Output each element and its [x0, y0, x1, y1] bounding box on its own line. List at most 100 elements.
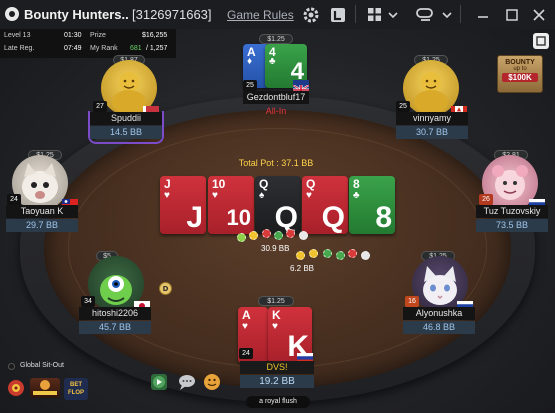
- dealer-button: D: [159, 282, 172, 295]
- player-name: Spuddii: [90, 112, 162, 125]
- board-card-3: Q ♠ Q: [255, 176, 301, 234]
- chip-icon: [361, 251, 370, 260]
- hero-player-name: DVS!: [240, 361, 314, 374]
- player-level-badge: 27: [93, 101, 107, 112]
- toolbar-divider: [355, 5, 356, 23]
- player-level-badge: 25: [243, 80, 257, 91]
- side-chips-amount: 6.2 BB: [290, 264, 315, 273]
- flag-russia-icon: [297, 348, 313, 363]
- title-bar: Bounty Hunters.. [3126971663] Game Rules: [0, 0, 555, 29]
- card-rank-large: 8: [375, 201, 392, 234]
- flag-uk-icon: [292, 80, 310, 96]
- flag-taiwan-icon: [62, 194, 78, 209]
- bounty-pill: $1.25: [259, 34, 293, 44]
- game-rules-link[interactable]: Game Rules: [227, 8, 294, 22]
- global-sitout-label: Global Sit-Out: [20, 362, 64, 369]
- bounty-badge-subtitle: up to: [513, 66, 527, 72]
- player-level-badge: 25: [396, 101, 410, 112]
- emoji-reaction-icon[interactable]: [203, 373, 221, 391]
- replay-video-icon[interactable]: [151, 374, 167, 390]
- flag-belarus-icon: [143, 101, 159, 116]
- hero-player-stack: 19.2 BB: [240, 375, 314, 388]
- promo-wheel-icon[interactable]: [6, 378, 26, 398]
- player-stack: 73.5 BB: [476, 219, 548, 232]
- player-name: hitoshi2206: [79, 307, 151, 320]
- card-suit: ♣: [353, 190, 360, 201]
- table-layout-grid-icon[interactable]: [364, 5, 384, 24]
- popout-icon[interactable]: [533, 33, 549, 49]
- board-card-5: 8 ♣ 8: [349, 176, 395, 234]
- rank-value: 681: [130, 45, 142, 52]
- app-logo-icon: [5, 7, 19, 21]
- bounty-badge-amount: $100K: [502, 73, 538, 82]
- settings-gear-icon[interactable]: [300, 5, 322, 24]
- chevron-down-icon[interactable]: [440, 5, 454, 24]
- multi-table-icon[interactable]: [414, 5, 436, 24]
- player-name: Tuz Tuzovskiy: [476, 205, 548, 218]
- card-suit: ♥: [212, 190, 218, 201]
- player-level-badge: 24: [7, 194, 21, 205]
- card-rank: J: [164, 177, 171, 191]
- chip-icon: [262, 229, 271, 238]
- player-stack: 46.8 BB: [403, 321, 475, 334]
- chip-icon: [299, 231, 308, 240]
- late-reg-label: Late Reg.: [4, 45, 35, 52]
- card-rank-large: J: [186, 201, 203, 234]
- lobby-icon[interactable]: [328, 5, 348, 24]
- chat-bubble-icon[interactable]: [177, 373, 197, 391]
- player-stack: 45.7 BB: [79, 321, 151, 334]
- player-stack: 29.7 BB: [6, 219, 78, 232]
- flag-russia-icon: [529, 194, 545, 209]
- level-timer: 01:30: [64, 32, 82, 39]
- bet-flop-logo[interactable]: BET FLOP: [64, 378, 88, 400]
- pot-chips-amount: 30.9 BB: [261, 244, 290, 253]
- late-reg-timer: 07:49: [64, 45, 82, 52]
- prize-value: $16,255: [142, 32, 168, 39]
- card-rank: Q: [259, 177, 269, 191]
- card-suit: ♥: [164, 190, 170, 201]
- card-rank-large: 10: [226, 205, 251, 230]
- chevron-down-icon[interactable]: [386, 5, 400, 24]
- card-suit: ♥: [306, 190, 312, 201]
- player-name: Gezdontbluf17: [243, 91, 309, 104]
- flag-canada-icon: [451, 101, 467, 116]
- rank-total: / 1,257: [146, 45, 168, 52]
- chip-icon: [296, 251, 305, 260]
- chip-icon: [286, 229, 295, 238]
- card-suit: ♠: [259, 190, 265, 201]
- chip-icon: [237, 233, 246, 242]
- promo-game-logo-icon[interactable]: [30, 378, 60, 398]
- poker-client-window: Bounty Hunters.. [3126971663] Game Rules: [0, 0, 555, 413]
- maximize-icon[interactable]: [503, 5, 521, 24]
- table-id: [3126971663]: [132, 7, 212, 22]
- sitout-toggle[interactable]: [8, 363, 15, 370]
- card-rank: 8: [353, 177, 360, 191]
- player-name: vinnyamy: [396, 112, 468, 125]
- player-stack: 30.7 BB: [396, 126, 468, 139]
- flag-japan-icon: [134, 296, 150, 311]
- card-suit: ♥: [242, 321, 248, 332]
- close-icon[interactable]: [530, 5, 548, 24]
- window-title: Bounty Hunters..: [24, 7, 129, 22]
- player-name: Alyonushka: [403, 307, 475, 320]
- player-level-badge: 24: [239, 348, 253, 359]
- chip-icon: [274, 231, 283, 240]
- player-level-badge: 34: [81, 296, 95, 307]
- card-suit: ♣: [269, 56, 276, 67]
- tournament-info-panel: Level 13 01:30 Prize $16,255 Late Reg. 0…: [0, 29, 176, 58]
- chip-icon: [309, 249, 318, 258]
- card-suit: ♥: [272, 321, 278, 332]
- player-level-badge: 16: [405, 296, 419, 307]
- hand-strength-label: a royal flush: [246, 396, 310, 408]
- bounty-badge[interactable]: BOUNTY up to $100K: [497, 55, 543, 93]
- card-rank: Q: [306, 177, 316, 191]
- total-pot-label: Total Pot : 37.1 BB: [238, 158, 314, 168]
- chip-icon: [323, 249, 332, 258]
- player-status-allin: All-In: [265, 106, 287, 116]
- player-level-badge: 26: [479, 194, 493, 205]
- card-rank: K: [272, 308, 281, 322]
- chip-icon: [249, 231, 258, 240]
- minimize-icon[interactable]: [474, 5, 492, 24]
- chip-icon: [336, 251, 345, 260]
- board-card-1: J ♥ J: [160, 176, 206, 234]
